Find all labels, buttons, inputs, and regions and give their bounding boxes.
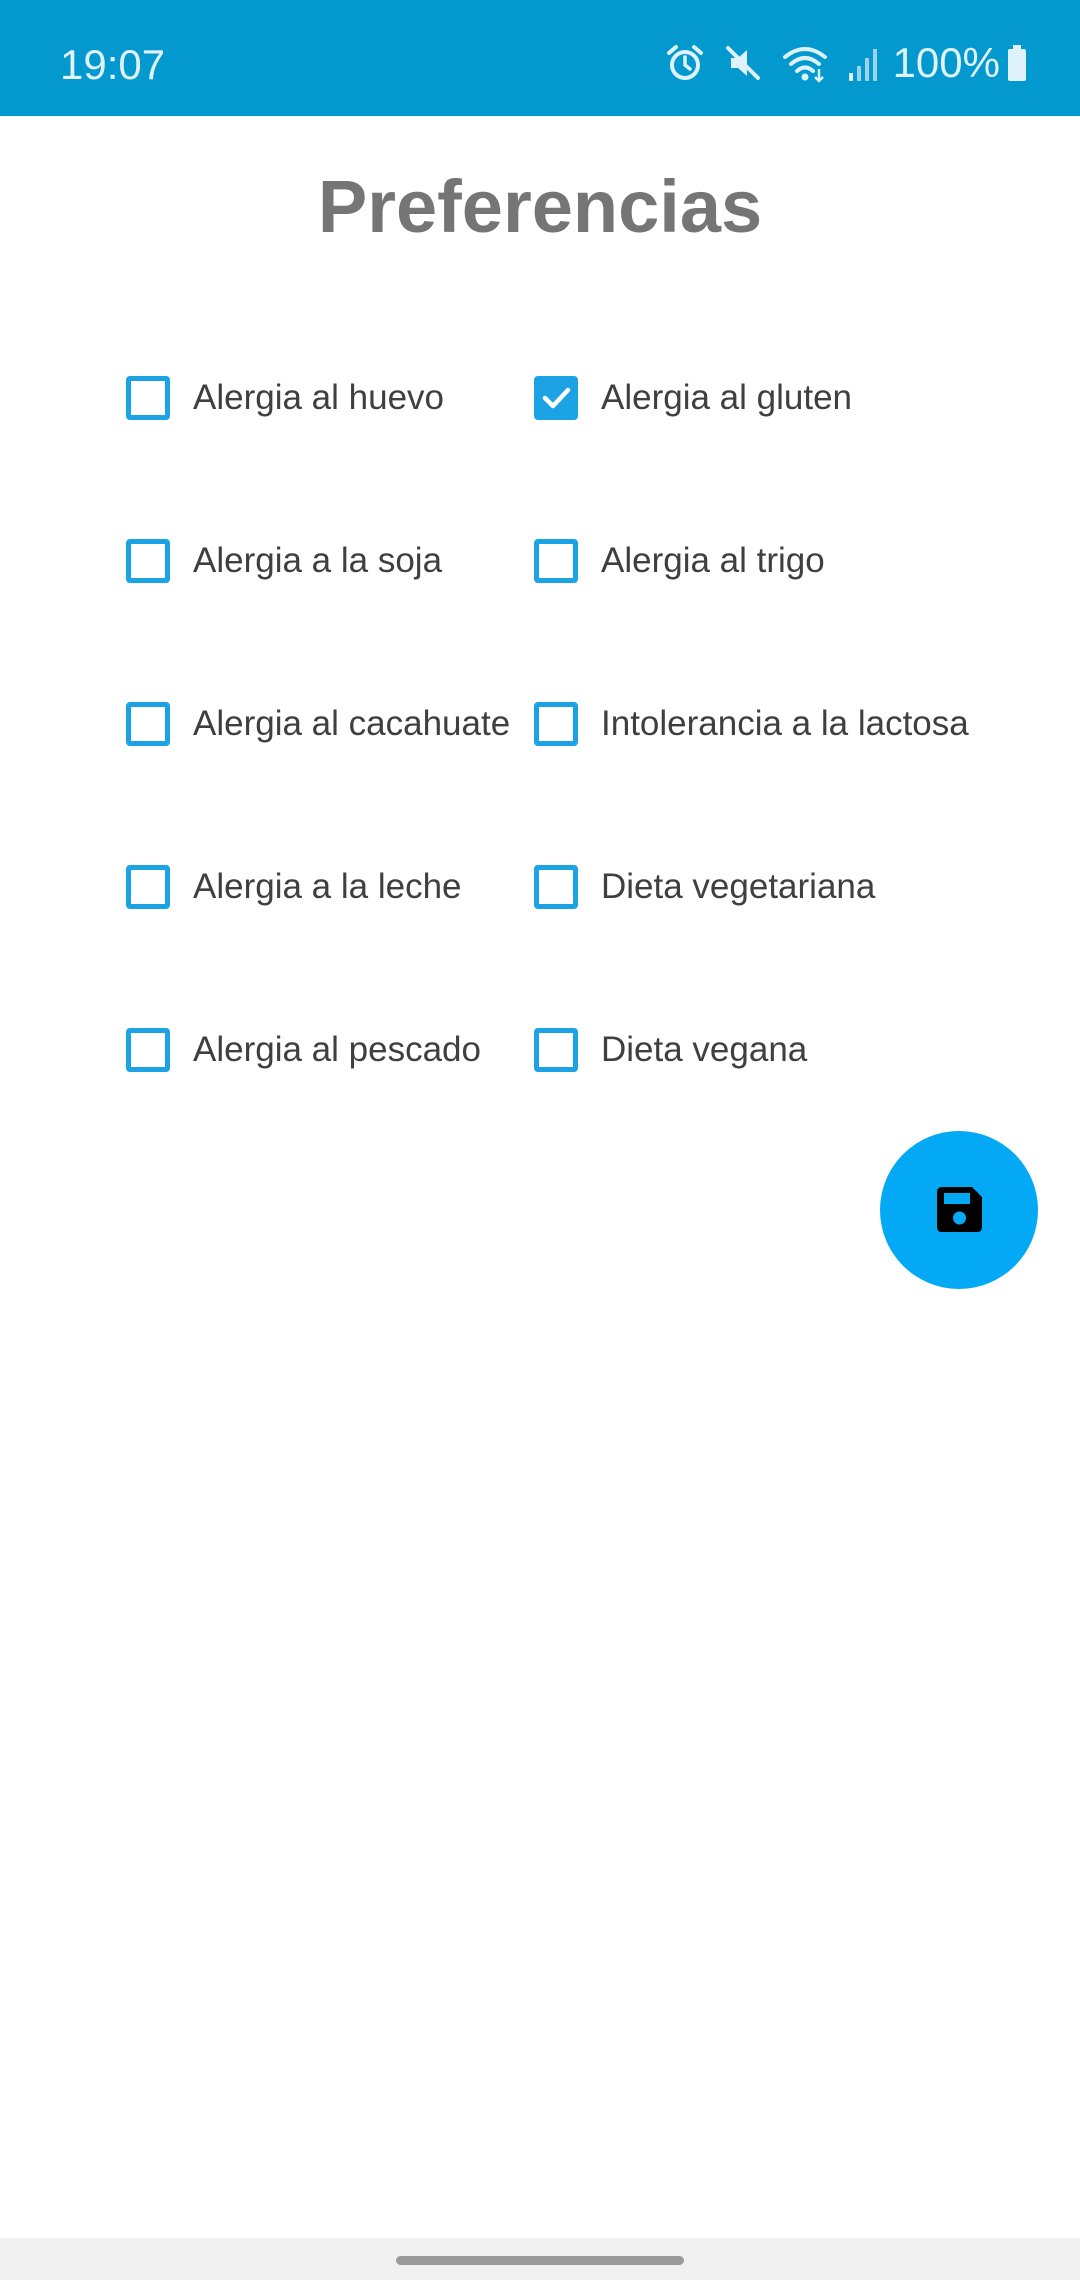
save-icon [937, 1187, 982, 1232]
option-label: Alergia a la leche [193, 867, 462, 906]
checkbox[interactable] [126, 865, 170, 909]
checkbox[interactable] [534, 539, 578, 583]
home-handle[interactable] [396, 2256, 684, 2265]
wifi-icon [781, 43, 829, 83]
option-label: Dieta vegana [601, 1030, 808, 1069]
option-label: Alergia al pescado [193, 1030, 481, 1069]
battery-percent: 100% [892, 39, 1000, 86]
mute-icon [723, 43, 763, 83]
option-label: Intolerancia a la lactosa [601, 704, 969, 743]
alarm-icon [665, 43, 705, 83]
status-time: 19:07 [60, 41, 166, 88]
checkbox[interactable] [126, 1028, 170, 1072]
checkbox[interactable] [126, 539, 170, 583]
option-soy-allergy[interactable]: Alergia a la soja [126, 531, 442, 591]
status-bar: 19:07 100% [0, 0, 1080, 116]
checkbox[interactable] [534, 1028, 578, 1072]
option-peanut-allergy[interactable]: Alergia al cacahuate [126, 694, 510, 754]
navigation-bar [0, 2238, 1080, 2280]
option-label: Alergia a la soja [193, 541, 443, 580]
option-milk-allergy[interactable]: Alergia a la leche [126, 857, 462, 917]
option-fish-allergy[interactable]: Alergia al pescado [126, 1020, 481, 1080]
page-title: Preferencias [317, 165, 763, 248]
checkbox[interactable] [534, 702, 578, 746]
checkbox[interactable] [126, 376, 170, 420]
option-vegan-diet[interactable]: Dieta vegana [534, 1020, 807, 1080]
option-label: Dieta vegetariana [601, 867, 876, 906]
option-wheat-allergy[interactable]: Alergia al trigo [534, 531, 825, 591]
battery-icon [1006, 43, 1028, 83]
option-label: Alergia al gluten [601, 378, 852, 417]
checkbox-checked[interactable] [534, 376, 578, 420]
option-lactose-intolerance[interactable]: Intolerancia a la lactosa [534, 694, 969, 754]
checkmark-icon [542, 387, 571, 409]
option-label: Alergia al trigo [601, 541, 825, 580]
status-icons: 100% [647, 38, 1028, 88]
option-label: Alergia al huevo [193, 378, 444, 417]
checkbox[interactable] [126, 702, 170, 746]
checkbox[interactable] [534, 865, 578, 909]
option-label: Alergia al cacahuate [193, 704, 511, 743]
signal-icon [847, 43, 881, 83]
save-button[interactable] [880, 1131, 1038, 1289]
option-vegetarian-diet[interactable]: Dieta vegetariana [534, 857, 875, 917]
option-gluten-allergy[interactable]: Alergia al gluten [534, 368, 852, 428]
option-egg-allergy[interactable]: Alergia al huevo [126, 368, 444, 428]
